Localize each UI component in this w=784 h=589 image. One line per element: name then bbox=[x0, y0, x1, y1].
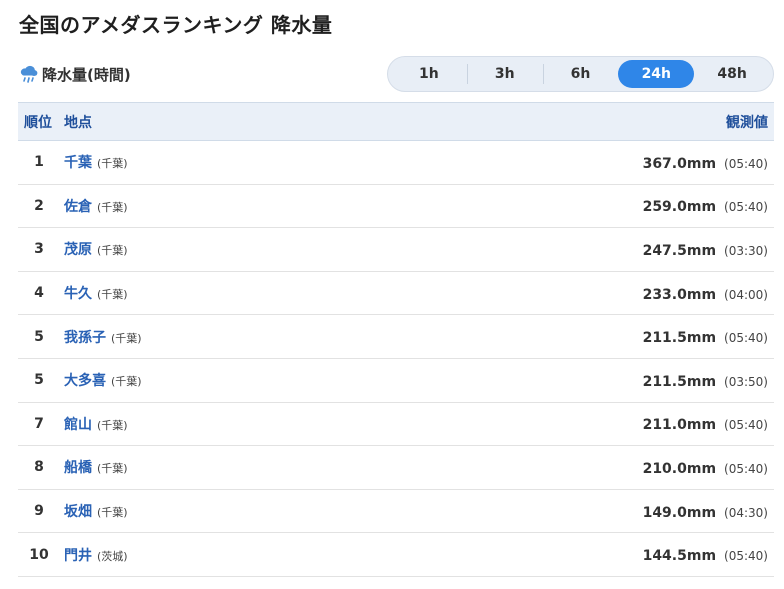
value-cell: 367.0mm (05:40) bbox=[328, 141, 774, 185]
prefecture-label: (千葉) bbox=[111, 375, 142, 389]
station-link[interactable]: 坂畑 bbox=[64, 504, 92, 520]
station-link[interactable]: 船橋 bbox=[64, 460, 92, 476]
value-cell: 144.5mm (05:40) bbox=[328, 533, 774, 577]
rank-number: 5 bbox=[34, 372, 44, 389]
observation-time: (05:40) bbox=[724, 331, 768, 346]
observation-time: (03:50) bbox=[724, 374, 768, 389]
ranking-table: 順位 地点 観測値 1 千葉 (千葉) 367.0mm (05:40) 2 佐倉 (千… bbox=[18, 102, 774, 577]
prefecture-label: (千葉) bbox=[97, 506, 128, 520]
rank-number: 3 bbox=[34, 241, 44, 258]
location-cell: 茂原 (千葉) bbox=[64, 228, 328, 272]
precip-amount: 144.5mm bbox=[642, 548, 717, 565]
station-link[interactable]: 牛久 bbox=[64, 286, 92, 302]
tab-24h[interactable]: 24h bbox=[618, 60, 695, 88]
value-cell: 233.0mm (04:00) bbox=[328, 271, 774, 315]
value-cell: 247.5mm (03:30) bbox=[328, 228, 774, 272]
prefecture-label: (千葉) bbox=[97, 418, 128, 432]
table-row: 3 茂原 (千葉) 247.5mm (03:30) bbox=[18, 228, 774, 272]
location-cell: 坂畑 (千葉) bbox=[64, 489, 328, 533]
observation-time: (05:40) bbox=[724, 461, 768, 476]
location-cell: 牛久 (千葉) bbox=[64, 271, 328, 315]
rank-number: 4 bbox=[34, 285, 44, 302]
table-row: 10 門井 (茨城) 144.5mm (05:40) bbox=[18, 533, 774, 577]
rank-number: 9 bbox=[34, 503, 44, 520]
precip-amount: 247.5mm bbox=[642, 242, 717, 259]
observation-time: (05:40) bbox=[724, 156, 768, 171]
location-cell: 千葉 (千葉) bbox=[64, 141, 328, 185]
prefecture-label: (千葉) bbox=[97, 288, 128, 302]
tab-3h[interactable]: 3h bbox=[466, 60, 543, 88]
section-heading: 降水量(時間) bbox=[19, 63, 131, 85]
location-cell: 船橋 (千葉) bbox=[64, 446, 328, 490]
prefecture-label: (千葉) bbox=[97, 157, 128, 171]
location-cell: 大多喜 (千葉) bbox=[64, 358, 328, 402]
tab-6h[interactable]: 6h bbox=[542, 60, 619, 88]
precip-amount: 259.0mm bbox=[642, 199, 717, 216]
table-row: 7 館山 (千葉) 211.0mm (05:40) bbox=[18, 402, 774, 446]
table-header-row: 順位 地点 観測値 bbox=[18, 102, 774, 141]
rank-number: 5 bbox=[34, 328, 44, 345]
precip-amount: 210.0mm bbox=[642, 460, 717, 477]
rank-number: 7 bbox=[34, 415, 44, 432]
prefecture-label: (千葉) bbox=[97, 200, 128, 214]
precip-amount: 211.5mm bbox=[642, 373, 717, 390]
rain-cloud-icon bbox=[20, 65, 38, 83]
precip-amount: 149.0mm bbox=[642, 504, 717, 521]
station-link[interactable]: 我孫子 bbox=[64, 330, 106, 346]
value-cell: 211.5mm (03:50) bbox=[328, 358, 774, 402]
period-tabs: 1h 3h 6h 24h 48h bbox=[387, 56, 774, 92]
table-row: 2 佐倉 (千葉) 259.0mm (05:40) bbox=[18, 184, 774, 228]
section-label: 降水量(時間) bbox=[42, 65, 131, 84]
rank-number: 1 bbox=[34, 154, 44, 171]
observation-time: (04:30) bbox=[724, 505, 768, 520]
precip-amount: 211.0mm bbox=[642, 417, 717, 434]
station-link[interactable]: 佐倉 bbox=[64, 199, 92, 215]
station-link[interactable]: 千葉 bbox=[64, 155, 92, 171]
tab-48h[interactable]: 48h bbox=[694, 60, 770, 88]
station-link[interactable]: 館山 bbox=[64, 417, 92, 433]
rank-number: 8 bbox=[34, 459, 44, 476]
table-row: 9 坂畑 (千葉) 149.0mm (04:30) bbox=[18, 489, 774, 533]
value-cell: 210.0mm (05:40) bbox=[328, 446, 774, 490]
header-rank: 順位 bbox=[24, 114, 52, 131]
precip-amount: 367.0mm bbox=[642, 155, 717, 172]
value-cell: 211.0mm (05:40) bbox=[328, 402, 774, 446]
header-value: 観測値 bbox=[726, 114, 768, 131]
value-cell: 211.5mm (05:40) bbox=[328, 315, 774, 359]
location-cell: 佐倉 (千葉) bbox=[64, 184, 328, 228]
precip-amount: 211.5mm bbox=[642, 330, 717, 347]
prefecture-label: (茨城) bbox=[97, 549, 128, 563]
table-row: 8 船橋 (千葉) 210.0mm (05:40) bbox=[18, 446, 774, 490]
value-cell: 149.0mm (04:30) bbox=[328, 489, 774, 533]
station-link[interactable]: 門井 bbox=[64, 548, 92, 564]
location-cell: 館山 (千葉) bbox=[64, 402, 328, 446]
rank-number: 2 bbox=[34, 197, 44, 214]
location-cell: 門井 (茨城) bbox=[64, 533, 328, 577]
observation-time: (03:30) bbox=[724, 243, 768, 258]
prefecture-label: (千葉) bbox=[97, 462, 128, 476]
precip-amount: 233.0mm bbox=[642, 286, 717, 303]
station-link[interactable]: 大多喜 bbox=[64, 373, 106, 389]
tab-1h[interactable]: 1h bbox=[391, 60, 467, 88]
value-cell: 259.0mm (05:40) bbox=[328, 184, 774, 228]
table-row: 1 千葉 (千葉) 367.0mm (05:40) bbox=[18, 141, 774, 185]
prefecture-label: (千葉) bbox=[111, 331, 142, 345]
observation-time: (05:40) bbox=[724, 418, 768, 433]
station-link[interactable]: 茂原 bbox=[64, 242, 92, 258]
observation-time: (04:00) bbox=[724, 287, 768, 302]
table-row: 5 我孫子 (千葉) 211.5mm (05:40) bbox=[18, 315, 774, 359]
page-title: 全国のアメダスランキング 降水量 bbox=[19, 13, 333, 37]
location-cell: 我孫子 (千葉) bbox=[64, 315, 328, 359]
observation-time: (05:40) bbox=[724, 200, 768, 215]
table-row: 5 大多喜 (千葉) 211.5mm (03:50) bbox=[18, 358, 774, 403]
rank-number: 10 bbox=[29, 546, 49, 563]
observation-time: (05:40) bbox=[724, 549, 768, 564]
table-row: 4 牛久 (千葉) 233.0mm (04:00) bbox=[18, 271, 774, 315]
prefecture-label: (千葉) bbox=[97, 244, 128, 258]
header-location: 地点 bbox=[64, 114, 92, 131]
ranking-rows: 1 千葉 (千葉) 367.0mm (05:40) 2 佐倉 (千葉) 259.0mm… bbox=[18, 141, 774, 577]
